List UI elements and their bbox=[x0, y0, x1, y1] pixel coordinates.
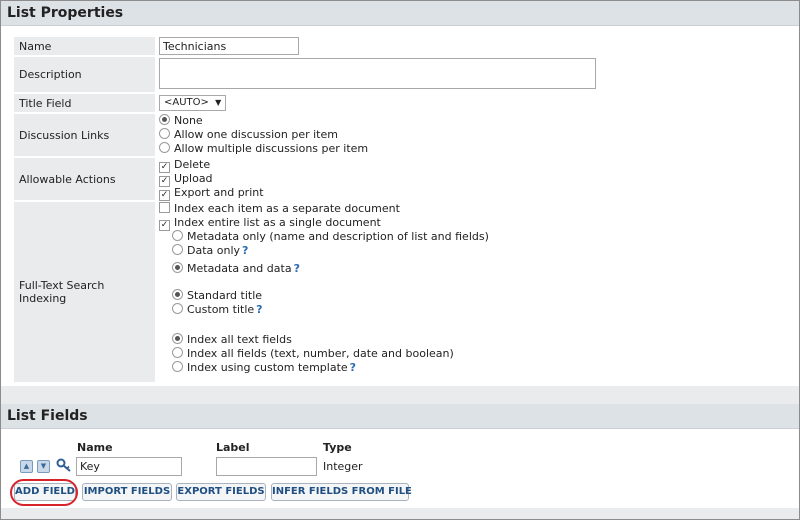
radio-data-only[interactable] bbox=[172, 244, 183, 255]
option-label: Metadata only (name and description of l… bbox=[187, 230, 489, 243]
option-label: Index all fields (text, number, date and… bbox=[187, 347, 454, 360]
option-label: Custom title bbox=[187, 303, 255, 316]
radio-custom-template[interactable] bbox=[172, 361, 183, 372]
index-all-fields-option[interactable]: Index all fields (text, number, date and… bbox=[159, 347, 779, 361]
radio-metadata-and-data[interactable] bbox=[172, 262, 183, 273]
key-icon bbox=[56, 458, 71, 472]
name-label: Name bbox=[14, 37, 155, 55]
infer-fields-button[interactable]: INFER FIELDS FROM FILE bbox=[271, 483, 412, 501]
radio-none[interactable] bbox=[159, 114, 170, 125]
title-field-cell: <AUTO> ▼ bbox=[157, 94, 781, 112]
title-field-label: Title Field bbox=[14, 94, 155, 112]
move-down-icon[interactable]: ▼ bbox=[37, 460, 50, 473]
option-label: None bbox=[174, 114, 203, 127]
discussion-links-label: Discussion Links bbox=[14, 114, 155, 156]
custom-title-option[interactable]: Custom title? bbox=[159, 303, 779, 317]
radio-multiple-per-item[interactable] bbox=[159, 142, 170, 153]
discussion-links-cell: None Allow one discussion per item Allow… bbox=[157, 114, 781, 156]
field-type-value: Integer bbox=[323, 460, 363, 473]
data-only-option[interactable]: Data only? bbox=[159, 244, 779, 258]
index-entire-list-option[interactable]: ✓ Index entire list as a single document bbox=[159, 216, 779, 231]
index-entire-list-checkbox[interactable]: ✓ bbox=[159, 220, 170, 231]
option-label: Allow multiple discussions per item bbox=[174, 142, 369, 155]
index-each-item-option[interactable]: Index each item as a separate document bbox=[159, 202, 779, 216]
list-properties-title: List Properties bbox=[7, 5, 124, 21]
allowable-actions-cell: ✓ Delete ✓ Upload ✓ Export and print bbox=[157, 158, 781, 201]
list-properties-header: List Properties bbox=[1, 1, 799, 26]
help-icon[interactable]: ? bbox=[294, 262, 300, 275]
description-cell bbox=[157, 57, 781, 92]
radio-metadata-only[interactable] bbox=[172, 230, 183, 241]
description-textarea[interactable] bbox=[159, 58, 596, 89]
option-label: Standard title bbox=[187, 289, 263, 302]
option-label: Export and print bbox=[174, 186, 264, 199]
action-upload[interactable]: ✓ Upload bbox=[159, 172, 779, 187]
metadata-and-data-option[interactable]: Metadata and data? bbox=[159, 262, 779, 276]
option-label: Index using custom template bbox=[187, 361, 348, 374]
import-fields-button[interactable]: IMPORT FIELDS bbox=[82, 483, 172, 501]
radio-custom-title[interactable] bbox=[172, 303, 183, 314]
column-header-name: Name bbox=[77, 441, 113, 454]
highlight-ring bbox=[10, 479, 78, 506]
field-label-input[interactable] bbox=[216, 457, 317, 476]
move-up-icon[interactable]: ▲ bbox=[20, 460, 33, 473]
metadata-only-option[interactable]: Metadata only (name and description of l… bbox=[159, 230, 779, 244]
list-fields-header: List Fields bbox=[1, 404, 799, 429]
name-input[interactable] bbox=[159, 37, 299, 55]
radio-index-all-text[interactable] bbox=[172, 333, 183, 344]
title-field-value: <AUTO> bbox=[164, 97, 209, 108]
option-label: Data only bbox=[187, 244, 241, 257]
option-label: Metadata and data bbox=[187, 262, 292, 275]
upload-checkbox[interactable]: ✓ bbox=[159, 176, 170, 187]
option-label: Allow one discussion per item bbox=[174, 128, 338, 141]
description-label: Description bbox=[14, 57, 155, 92]
option-label: Index all text fields bbox=[187, 333, 292, 346]
option-label: Upload bbox=[174, 172, 213, 185]
export-print-checkbox[interactable]: ✓ bbox=[159, 190, 170, 201]
discussion-option-multiple[interactable]: Allow multiple discussions per item bbox=[159, 142, 779, 156]
field-name-input[interactable]: Key bbox=[76, 457, 182, 476]
index-all-text-option[interactable]: Index all text fields bbox=[159, 333, 779, 347]
discussion-option-none[interactable]: None bbox=[159, 114, 779, 128]
help-icon[interactable]: ? bbox=[242, 244, 248, 257]
help-icon[interactable]: ? bbox=[350, 361, 356, 374]
radio-standard-title[interactable] bbox=[172, 289, 183, 300]
discussion-option-one[interactable]: Allow one discussion per item bbox=[159, 128, 779, 142]
chevron-down-icon: ▼ bbox=[215, 98, 222, 107]
action-export-print[interactable]: ✓ Export and print bbox=[159, 186, 779, 201]
option-label: Delete bbox=[174, 158, 211, 171]
standard-title-option[interactable]: Standard title bbox=[159, 289, 779, 303]
option-label: Index entire list as a single document bbox=[174, 216, 381, 229]
export-fields-button[interactable]: EXPORT FIELDS bbox=[176, 483, 266, 501]
allowable-actions-label: Allowable Actions bbox=[14, 158, 155, 200]
title-field-select[interactable]: <AUTO> ▼ bbox=[159, 95, 227, 111]
column-header-type: Type bbox=[323, 441, 352, 454]
properties-table: Name Description Title Field <AUTO> ▼ Di… bbox=[12, 35, 783, 384]
name-cell bbox=[157, 37, 781, 55]
index-custom-template-option[interactable]: Index using custom template? bbox=[159, 361, 779, 375]
action-delete[interactable]: ✓ Delete bbox=[159, 158, 779, 173]
delete-checkbox[interactable]: ✓ bbox=[159, 162, 170, 173]
radio-one-per-item[interactable] bbox=[159, 128, 170, 139]
radio-index-all-fields[interactable] bbox=[172, 347, 183, 358]
option-label: Index each item as a separate document bbox=[174, 202, 400, 215]
column-header-label: Label bbox=[216, 441, 250, 454]
full-text-search-label: Full-Text Search Indexing bbox=[14, 202, 155, 382]
index-each-item-checkbox[interactable] bbox=[159, 202, 170, 213]
list-fields-title: List Fields bbox=[7, 408, 88, 424]
full-text-search-cell: Index each item as a separate document ✓… bbox=[157, 202, 781, 382]
help-icon[interactable]: ? bbox=[256, 303, 262, 316]
